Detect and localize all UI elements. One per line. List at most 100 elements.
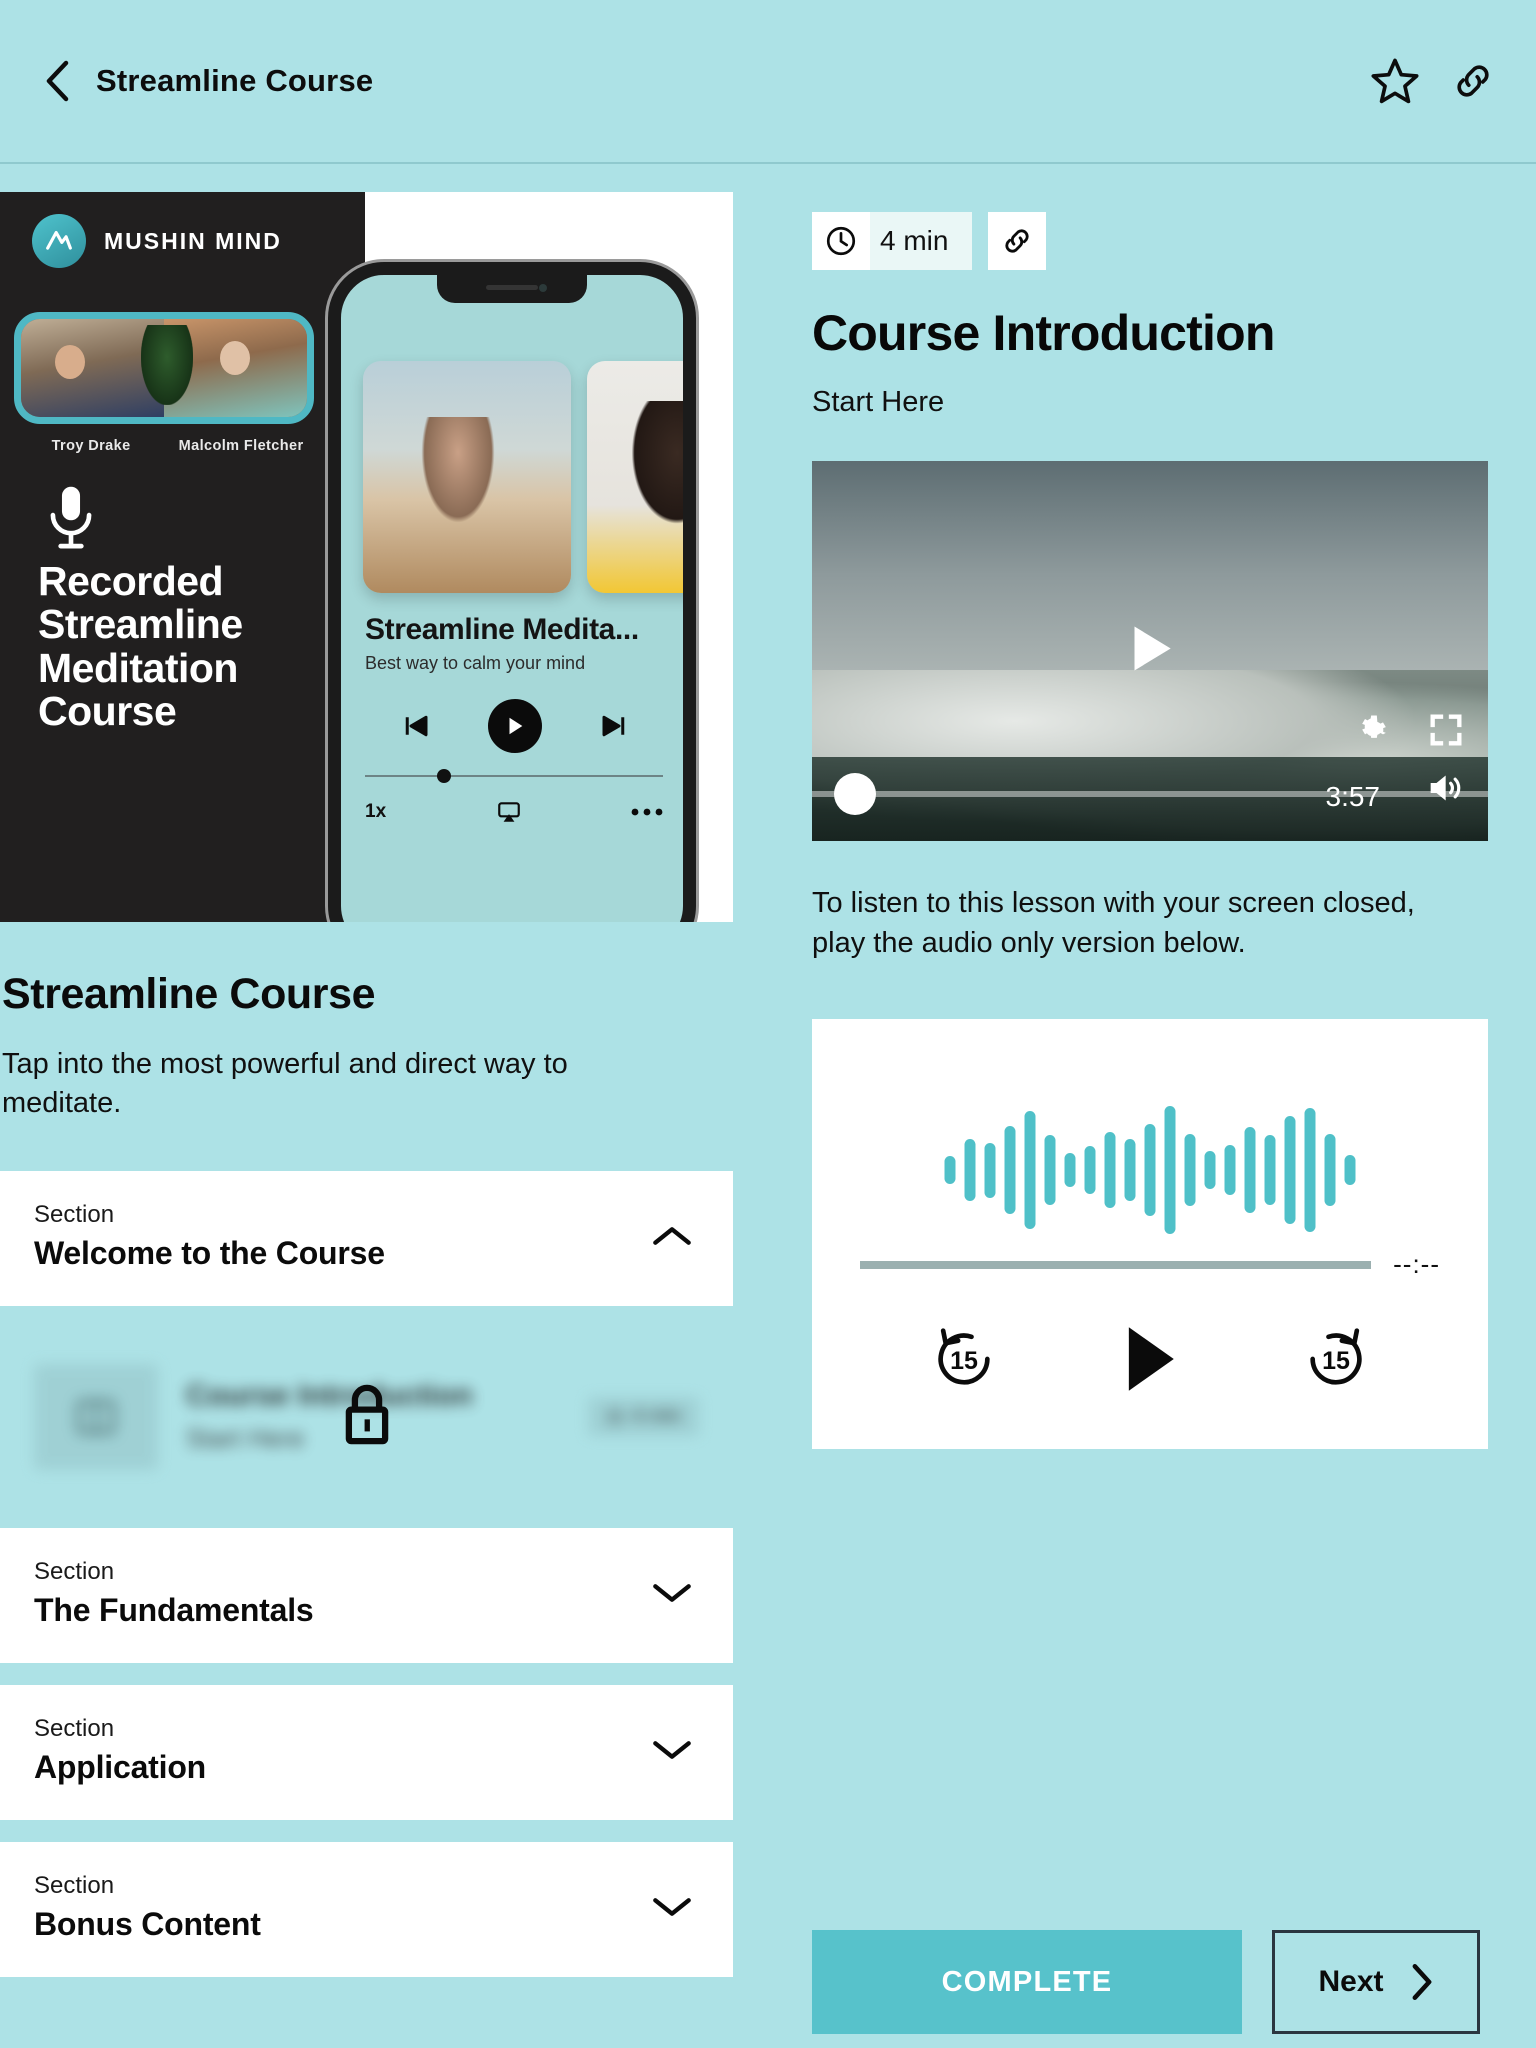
phone-track-title: Streamline Medita... [365,613,639,646]
audio-player: --:-- 15 15 [812,1019,1488,1450]
video-player[interactable]: 3:57 [812,461,1488,841]
instructor-name-1: Troy Drake [51,438,131,454]
audio-progress-bar[interactable] [860,1260,1372,1269]
favorite-button[interactable] [1366,52,1424,110]
chevron-up-icon [653,1227,691,1246]
lesson-duration-text: 4 min [870,212,973,270]
section-name: Application [34,1748,207,1785]
brand-name: MUSHIN MIND [104,227,282,254]
audio-transport-controls: 15 15 [812,1319,1488,1399]
video-time-label: 3:57 [1325,781,1381,812]
mountain-glyph-icon [46,230,72,250]
fullscreen-icon [1430,714,1462,746]
lesson-footer-actions: COMPLETE Next [812,1930,1512,2034]
waveform-bar [964,1139,976,1202]
waveform-bar [1264,1135,1276,1206]
back-button[interactable] [34,58,80,104]
section-bonus-content[interactable]: Section Bonus Content [0,1841,733,1977]
audio-progress-row: --:-- [860,1249,1440,1280]
audio-waveform [944,1095,1356,1245]
waveform-bar [944,1156,956,1185]
course-sidebar: MUSHIN MIND Troy Drake Malcolm Fletcher [0,192,733,1977]
section-the-fundamentals[interactable]: Section The Fundamentals [0,1527,733,1663]
section-toggle[interactable] [645,1224,699,1248]
section-application[interactable]: Section Application [0,1684,733,1820]
play-icon [509,717,523,735]
phone-speed-label: 1x [365,801,387,822]
phone-notch [437,275,587,303]
video-top-controls [1352,710,1466,755]
next-button[interactable]: Next [1272,1930,1480,2034]
waveform-bar [1324,1134,1336,1207]
instructor-names: Troy Drake Malcolm Fletcher [18,438,318,454]
lock-icon [345,1384,388,1444]
forward-15-icon: 15 [1310,1328,1362,1385]
video-progress-knob[interactable] [834,773,876,815]
waveform-bar [1124,1139,1136,1202]
more-horizontal-icon [631,808,663,816]
lesson-duration-badge: 4 min [588,1397,699,1437]
phone-card-2 [587,361,683,593]
section-toggle[interactable] [645,1895,699,1919]
video-play-button[interactable] [1114,618,1186,685]
waveform-bar [1164,1106,1176,1235]
video-fullscreen-button[interactable] [1426,710,1466,755]
section-kicker: Section [34,1200,115,1228]
chevron-down-icon [653,1584,691,1603]
section-name: The Fundamentals [34,1591,314,1628]
curriculum-list: Section Welcome to the Course Course Int… [0,1170,733,1977]
next-button-label: Next [1318,1965,1384,1998]
waveform-bar [1184,1134,1196,1207]
section-name: Bonus Content [34,1905,261,1942]
play-icon [1128,1327,1174,1391]
waveform-bar [1044,1135,1056,1206]
phone-mockup: Streamline Medita... Best way to calm yo… [328,262,696,922]
video-progress-bar[interactable] [812,791,1488,797]
audio-play-button[interactable] [1118,1322,1182,1396]
video-settings-button[interactable] [1352,710,1392,755]
volume-icon [1430,775,1461,801]
waveform-bar [1224,1145,1236,1196]
instructor-name-2: Malcolm Fletcher [178,438,304,454]
waveform-bar [1024,1111,1036,1230]
brand-logo: MUSHIN MIND [32,214,282,268]
share-link-button[interactable] [1444,52,1502,110]
phone-cards [363,361,683,593]
book-icon [76,1399,116,1434]
video-volume-button[interactable] [1422,768,1466,813]
skip-next-icon [602,715,625,737]
phone-footer-controls: 1x [365,799,663,825]
lesson-link-button[interactable] [988,212,1047,270]
lesson-duration-text: 4 min [632,1405,681,1428]
thumbnail-headline: Recorded Streamline Meditation Course [38,558,243,735]
section-kicker: Section [34,1714,115,1742]
course-thumbnail: MUSHIN MIND Troy Drake Malcolm Fletcher [0,192,733,922]
section-toggle[interactable] [645,1738,699,1762]
waveform-bar [1244,1127,1256,1214]
chevron-down-icon [653,1898,691,1917]
waveform-bar [1304,1108,1316,1233]
waveform-bar [984,1142,996,1198]
section-kicker: Section [34,1871,115,1899]
section-toggle[interactable] [645,1581,699,1605]
lesson-row-course-introduction[interactable]: Course Introduction Start Here 4 min [0,1327,733,1506]
svg-text:15: 15 [1322,1347,1350,1375]
link-icon [1005,229,1030,253]
phone-progress-knob [437,769,451,783]
phone-track-subtitle: Best way to calm your mind [365,653,586,673]
phone-play-button [488,699,542,753]
lesson-panel: 4 min Course Introduction Start Here 3:5… [812,212,1512,1450]
phone-transport-controls [365,699,665,753]
phone-progress-bar [365,775,663,777]
audio-forward-15-button[interactable]: 15 [1296,1319,1376,1399]
waveform-bar [1204,1151,1216,1190]
complete-button[interactable]: COMPLETE [812,1930,1242,2034]
replay-15-icon: 15 [938,1328,990,1385]
section-welcome-to-the-course[interactable]: Section Welcome to the Course [0,1170,733,1306]
audio-rewind-15-button[interactable]: 15 [924,1319,1004,1399]
waveform-bar [1104,1132,1116,1209]
svg-text:15: 15 [950,1347,978,1375]
skip-previous-icon [405,715,428,737]
chevron-right-icon [1412,1964,1431,2000]
star-outline-icon [1371,58,1419,104]
